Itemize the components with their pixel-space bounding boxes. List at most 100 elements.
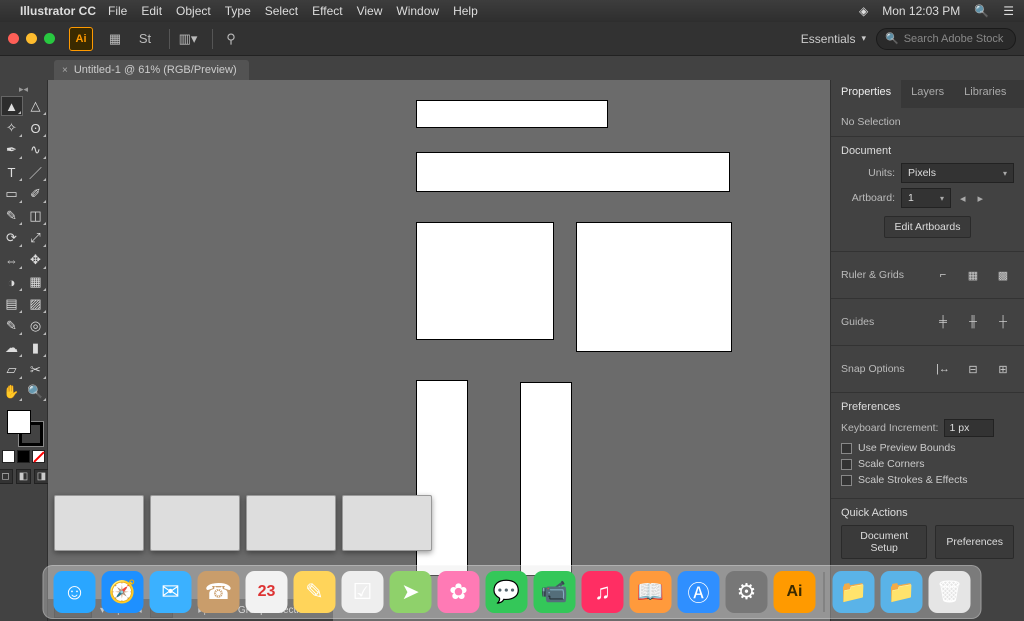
use-preview-bounds-checkbox[interactable]: Use Preview Bounds bbox=[841, 442, 1014, 454]
shape-builder-tool[interactable]: ◑ bbox=[1, 272, 23, 292]
grid-toggle-icon[interactable]: ▦ bbox=[962, 265, 984, 285]
scale-strokes-effects-checkbox[interactable]: Scale Strokes & Effects bbox=[841, 474, 1014, 486]
dock-facetime-icon[interactable]: 📹 bbox=[534, 571, 576, 613]
type-tool[interactable]: T bbox=[1, 162, 23, 182]
dock-downloads-folder-icon[interactable]: 📁 bbox=[833, 571, 875, 613]
tab-layers[interactable]: Layers bbox=[901, 80, 954, 108]
artboard[interactable] bbox=[416, 152, 730, 192]
window-thumbnail[interactable] bbox=[342, 495, 432, 551]
window-zoom-button[interactable] bbox=[44, 33, 55, 44]
paintbrush-tool[interactable]: ✐ bbox=[25, 184, 47, 204]
tab-libraries[interactable]: Libraries bbox=[954, 80, 1016, 108]
window-minimize-button[interactable] bbox=[26, 33, 37, 44]
free-transform-tool[interactable]: ✥ bbox=[25, 250, 47, 270]
selection-tool[interactable]: ▲ bbox=[1, 96, 23, 116]
dock-safari-icon[interactable]: 🧭 bbox=[102, 571, 144, 613]
ruler-toggle-icon[interactable]: ⌐ bbox=[932, 265, 954, 285]
curvature-tool[interactable]: ∿ bbox=[25, 140, 47, 160]
artboard-tool[interactable]: ▱ bbox=[1, 360, 23, 380]
dock-trash-icon[interactable]: 🗑 bbox=[929, 571, 971, 613]
guides-show-icon[interactable]: ╪ bbox=[932, 312, 954, 332]
stock-icon[interactable]: St bbox=[133, 28, 157, 50]
symbol-sprayer-tool[interactable]: ☁ bbox=[1, 338, 23, 358]
spotlight-icon[interactable]: 🔍 bbox=[974, 4, 989, 18]
menu-help[interactable]: Help bbox=[453, 4, 478, 18]
width-tool[interactable]: ⇔ bbox=[1, 250, 23, 270]
zoom-tool[interactable]: 🔍 bbox=[25, 382, 47, 402]
eraser-tool[interactable]: ◫ bbox=[25, 206, 47, 226]
rotate-tool[interactable]: ⟳ bbox=[1, 228, 23, 248]
eyedropper-tool[interactable]: ✎ bbox=[1, 316, 23, 336]
dock-itunes-icon[interactable]: ♫ bbox=[582, 571, 624, 613]
snap-to-pixel-icon[interactable]: ⊞ bbox=[992, 359, 1014, 379]
dock-messages-icon[interactable]: 💬 bbox=[486, 571, 528, 613]
fill-stroke-swatch[interactable] bbox=[5, 408, 43, 446]
menu-window[interactable]: Window bbox=[396, 4, 439, 18]
guides-lock-icon[interactable]: ╫ bbox=[962, 312, 984, 332]
artboard-next-button[interactable]: ▸ bbox=[975, 192, 987, 205]
menu-select[interactable]: Select bbox=[265, 4, 298, 18]
bridge-icon[interactable]: ▦ bbox=[103, 28, 127, 50]
menu-type[interactable]: Type bbox=[225, 4, 251, 18]
dock-appstore-icon[interactable]: Ⓐ bbox=[678, 571, 720, 613]
fill-swatch[interactable] bbox=[7, 410, 31, 434]
window-thumbnail[interactable] bbox=[54, 495, 144, 551]
scale-tool[interactable]: ⤢ bbox=[25, 228, 47, 248]
draw-inside-icon[interactable]: ◨ bbox=[34, 469, 49, 484]
document-canvas[interactable]: 61% ▾ |◂ ◂ 1 ▸ ▸| Group Selection ▸ bbox=[48, 80, 830, 621]
rectangle-tool[interactable]: ▭ bbox=[1, 184, 23, 204]
smart-guides-icon[interactable]: ┼ bbox=[992, 312, 1014, 332]
mesh-tool[interactable]: ▤ bbox=[1, 294, 23, 314]
artboard[interactable] bbox=[520, 382, 572, 576]
arrange-documents-icon[interactable]: ▥▾ bbox=[176, 28, 200, 50]
dock-documents-folder-icon[interactable]: 📁 bbox=[881, 571, 923, 613]
dock-contacts-icon[interactable]: ☎ bbox=[198, 571, 240, 613]
draw-behind-icon[interactable]: ◧ bbox=[16, 469, 31, 484]
scale-corners-checkbox[interactable]: Scale Corners bbox=[841, 458, 1014, 470]
document-tab[interactable]: × Untitled-1 @ 61% (RGB/Preview) bbox=[54, 60, 249, 80]
perspective-grid-tool[interactable]: ▦ bbox=[25, 272, 47, 292]
dock-mail-icon[interactable]: ✉ bbox=[150, 571, 192, 613]
dock-maps-icon[interactable]: ➤ bbox=[390, 571, 432, 613]
artboard-prev-button[interactable]: ◂ bbox=[957, 192, 969, 205]
draw-normal-icon[interactable]: ◻ bbox=[0, 469, 13, 484]
artboard[interactable] bbox=[576, 222, 732, 352]
preferences-button[interactable]: Preferences bbox=[935, 525, 1014, 559]
dock-ibooks-icon[interactable]: 📖 bbox=[630, 571, 672, 613]
menu-view[interactable]: View bbox=[357, 4, 383, 18]
menu-list-icon[interactable]: ☰ bbox=[1003, 4, 1014, 18]
line-segment-tool[interactable]: ／ bbox=[25, 162, 47, 182]
menu-object[interactable]: Object bbox=[176, 4, 211, 18]
color-fill-icon[interactable] bbox=[2, 450, 15, 463]
snap-to-grid-icon[interactable]: ⊟ bbox=[962, 359, 984, 379]
toolbox-collapse-icon[interactable]: ▸◂ bbox=[0, 84, 47, 94]
hand-tool[interactable]: ✋ bbox=[1, 382, 23, 402]
gradient-tool[interactable]: ▨ bbox=[25, 294, 47, 314]
direct-selection-tool[interactable]: △ bbox=[25, 96, 47, 116]
pen-tool[interactable]: ✒ bbox=[1, 140, 23, 160]
menu-edit[interactable]: Edit bbox=[141, 4, 162, 18]
window-thumbnail[interactable] bbox=[246, 495, 336, 551]
dock-finder-icon[interactable]: ☺ bbox=[54, 571, 96, 613]
siri-icon[interactable]: ◈ bbox=[859, 4, 868, 18]
artboard[interactable] bbox=[416, 222, 554, 340]
none-fill-icon[interactable] bbox=[32, 450, 45, 463]
snap-to-point-icon[interactable]: |↔ bbox=[932, 359, 954, 379]
dock-photos-icon[interactable]: ✿ bbox=[438, 571, 480, 613]
dock-illustrator-icon[interactable]: Ai bbox=[774, 571, 816, 613]
workspace-switcher[interactable]: Essentials ▾ bbox=[791, 29, 876, 49]
transparency-grid-icon[interactable]: ▩ bbox=[992, 265, 1014, 285]
gpu-preview-icon[interactable]: ⚲ bbox=[219, 28, 243, 50]
column-graph-tool[interactable]: ▮ bbox=[25, 338, 47, 358]
units-select[interactable]: Pixels ▾ bbox=[901, 163, 1014, 183]
search-adobe-stock-input[interactable]: 🔍 Search Adobe Stock bbox=[876, 28, 1016, 50]
blend-tool[interactable]: ◎ bbox=[25, 316, 47, 336]
document-setup-button[interactable]: Document Setup bbox=[841, 525, 927, 559]
dock-notes-icon[interactable]: ✎ bbox=[294, 571, 336, 613]
tab-close-icon[interactable]: × bbox=[62, 65, 68, 76]
dock-calendar-icon[interactable]: 23 bbox=[246, 571, 288, 613]
gradient-fill-icon[interactable] bbox=[17, 450, 30, 463]
magic-wand-tool[interactable]: ✧ bbox=[1, 118, 23, 138]
keyboard-increment-input[interactable]: 1 px bbox=[944, 419, 994, 437]
edit-artboards-button[interactable]: Edit Artboards bbox=[884, 216, 972, 238]
